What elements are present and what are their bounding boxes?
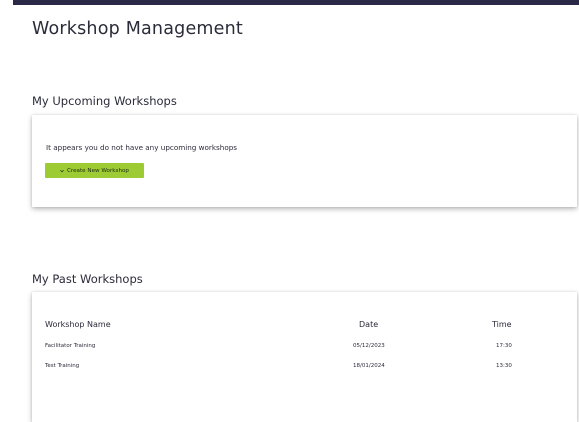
chevron-down-icon <box>60 169 64 173</box>
column-header-workshop-name[interactable]: Workshop Name <box>45 320 111 329</box>
table-row[interactable]: Test Training 18/01/2024 13:30 <box>32 363 577 375</box>
workshop-time-cell: 17:30 <box>496 343 512 349</box>
column-header-time[interactable]: Time <box>492 320 512 329</box>
workshop-date-cell: 05/12/2023 <box>353 343 385 349</box>
upcoming-workshops-card: It appears you do not have any upcoming … <box>32 115 577 207</box>
past-workshops-heading: My Past Workshops <box>32 272 143 286</box>
create-new-workshop-label: Create New Workshop <box>67 167 129 174</box>
workshop-date-cell: 18/01/2024 <box>353 363 385 369</box>
create-new-workshop-button[interactable]: Create New Workshop <box>45 163 144 178</box>
workshop-name-cell: Test Training <box>45 363 80 369</box>
column-header-date[interactable]: Date <box>359 320 378 329</box>
workshop-time-cell: 13:30 <box>496 363 512 369</box>
empty-state-message: It appears you do not have any upcoming … <box>46 143 238 152</box>
past-workshops-card: Workshop Name Date Time Facilitator Trai… <box>32 292 577 422</box>
top-accent-bar <box>13 0 579 5</box>
workshop-name-cell: Facilitator Training <box>45 343 96 349</box>
page-title: Workshop Management <box>32 19 243 39</box>
table-row[interactable]: Facilitator Training 05/12/2023 17:30 <box>32 343 577 355</box>
upcoming-workshops-heading: My Upcoming Workshops <box>32 94 177 108</box>
